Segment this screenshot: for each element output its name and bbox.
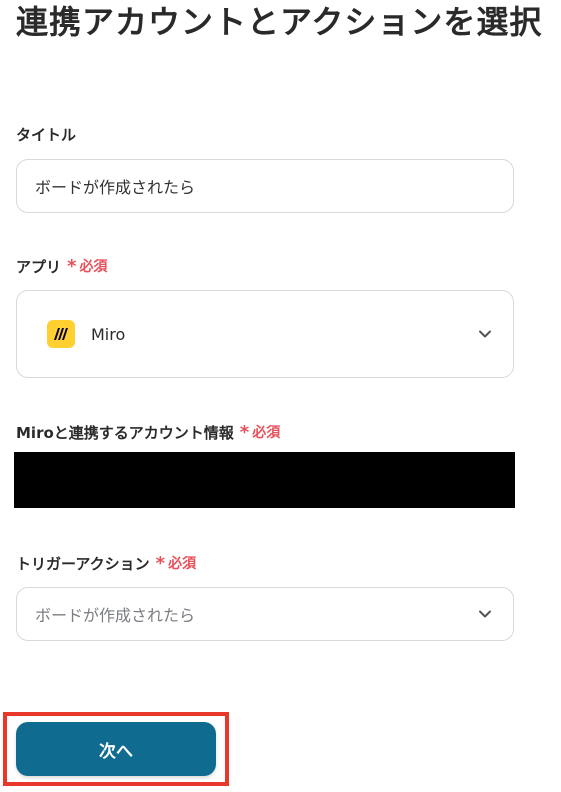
trigger-action-select-value: ボードが作成されたら xyxy=(35,606,196,625)
required-asterisk-icon: * xyxy=(239,422,250,443)
title-field-label: タイトル xyxy=(16,125,76,145)
app-field-label: アプリ * 必須 xyxy=(16,257,107,277)
title-input[interactable] xyxy=(16,159,514,213)
trigger-field-label-text: トリガーアクション xyxy=(16,555,150,573)
required-text: 必須 xyxy=(168,556,197,572)
app-field-label-text: アプリ xyxy=(16,258,62,276)
required-marker: * 必須 xyxy=(240,423,280,443)
page-title: 連携アカウントとアクションを選択 xyxy=(16,3,543,41)
app-select-value: Miro xyxy=(91,324,126,344)
chevron-down-icon xyxy=(477,606,493,622)
trigger-field-label: トリガーアクション * 必須 xyxy=(16,554,196,574)
required-asterisk-icon: * xyxy=(155,553,166,574)
miro-logo-icon xyxy=(47,320,75,348)
account-field-label: Miroと連携するアカウント情報 * 必須 xyxy=(16,423,280,443)
chevron-down-icon xyxy=(477,326,493,342)
app-select[interactable]: Miro xyxy=(16,290,514,378)
required-text: 必須 xyxy=(252,425,281,441)
account-field-label-text: Miroと連携するアカウント情報 xyxy=(16,424,234,442)
trigger-action-select[interactable]: ボードが作成されたら xyxy=(16,587,514,641)
required-marker: * 必須 xyxy=(67,257,107,277)
required-text: 必須 xyxy=(79,259,108,275)
title-field-label-text: タイトル xyxy=(16,126,77,144)
account-select-redacted[interactable] xyxy=(14,452,515,508)
required-asterisk-icon: * xyxy=(67,256,77,277)
required-marker: * 必須 xyxy=(156,554,196,574)
next-button[interactable]: 次へ xyxy=(16,722,216,776)
